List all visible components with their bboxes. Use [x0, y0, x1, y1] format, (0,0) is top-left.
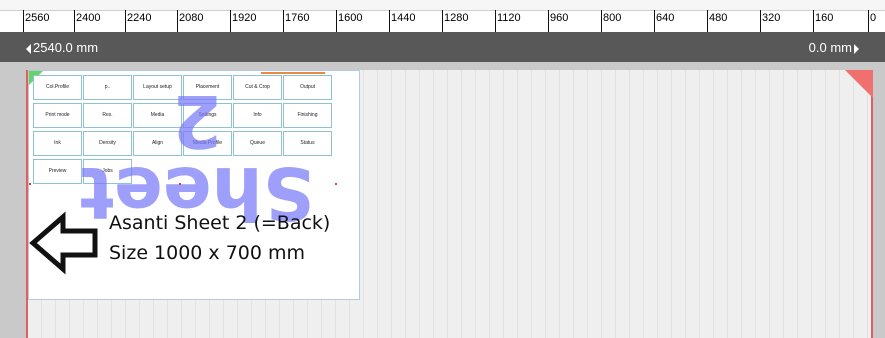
ruler-tick-label: 0 [870, 12, 877, 24]
ruler-tick [230, 10, 231, 32]
red-mark [335, 183, 337, 185]
ruler-tick [74, 10, 75, 32]
ruler-tick-label: 480 [709, 12, 728, 24]
ruler-tick [654, 10, 655, 32]
dimension-left-value: 2540.0 mm [33, 40, 99, 55]
ruler-tick [813, 10, 814, 32]
dimension-left: 2540.0 mm [26, 40, 98, 55]
horizontal-ruler[interactable]: 2560 2400 2240 2080 1920 1760 1600 1440 1280 1120… [0, 0, 885, 32]
ruler-tick [389, 10, 390, 32]
arrow-left-outline-icon [29, 211, 98, 275]
dimension-bar: 2540.0 mm 0.0 mm [0, 32, 885, 62]
ruler-tick-label: 1760 [285, 12, 310, 24]
ruler-tick [868, 10, 869, 32]
ruler-tick [336, 10, 337, 32]
sheet-watermark: Sheet 2 [79, 79, 315, 235]
ruler-tick-label: 800 [603, 12, 622, 24]
ruler-tick-label: 1120 [497, 12, 521, 24]
ruler-tick-label: 1280 [444, 12, 469, 24]
ruler-tick [177, 10, 178, 32]
ruler-tick-label: 160 [815, 12, 834, 24]
ruler-tick [23, 10, 24, 32]
dimension-right-value: 0.0 mm [808, 40, 852, 55]
ruler-tick [125, 10, 126, 32]
corner-marker-red [845, 70, 873, 98]
ruler-tick [495, 10, 496, 32]
ruler-tick-label: 2080 [179, 12, 204, 24]
sheet-title: Asanti Sheet 2 (=Back) [109, 212, 331, 234]
ruler-tick-label: 2240 [127, 12, 152, 24]
ruler-tick-label: 2400 [76, 12, 101, 24]
ruler-tick [442, 10, 443, 32]
caret-right-icon [854, 43, 859, 54]
ruler-tick [760, 10, 761, 32]
ruler-tick-label: 1920 [232, 12, 257, 24]
ruler-tick [601, 10, 602, 32]
ruler-tick [548, 10, 549, 32]
ruler-tick [707, 10, 708, 32]
ruler-tick-label: 1600 [338, 12, 363, 24]
ruler-tick-label: 960 [550, 12, 569, 24]
caret-left-icon [26, 43, 31, 54]
sheet-size: Size 1000 x 700 mm [109, 242, 306, 264]
ruler-tick-label: 2560 [25, 12, 50, 24]
dimension-right: 0.0 mm [809, 40, 859, 55]
ruler-tick-label: 1440 [391, 12, 416, 24]
orange-marker [261, 72, 325, 74]
ruler-tick [283, 10, 284, 32]
red-mark [179, 183, 181, 185]
ruler-tick-label: 640 [656, 12, 675, 24]
red-mark [29, 183, 31, 185]
ruler-tick-label: 320 [762, 12, 781, 24]
sheet-thumbnail[interactable]: Col.Profile p.. Layout setup Placement Cut &… [28, 70, 360, 300]
